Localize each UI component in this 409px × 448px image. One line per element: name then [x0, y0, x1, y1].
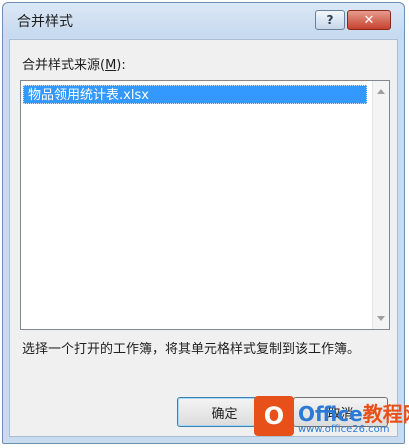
list-item[interactable]: 物品领用统计表.xlsx — [23, 85, 367, 104]
watermark-brand-accent: 教程网 — [362, 402, 409, 426]
scroll-down-arrow-icon[interactable] — [377, 316, 385, 321]
description-text: 选择一个打开的工作簿，将其单元格样式复制到该工作簿。 — [22, 342, 361, 357]
office-logo-icon: O — [254, 396, 294, 436]
vertical-scrollbar[interactable] — [372, 81, 389, 329]
label-accelerator: M — [105, 58, 117, 73]
source-list-label: 合并样式来源(M): — [22, 54, 126, 73]
watermark: O Office教程网 www.office26.com — [254, 396, 409, 444]
label-prefix: 合并样式来源( — [22, 58, 106, 73]
close-button[interactable]: ✕ — [347, 10, 391, 30]
help-button[interactable]: ? — [315, 10, 345, 30]
source-listbox[interactable]: 物品领用统计表.xlsx — [20, 80, 390, 330]
help-icon: ? — [326, 13, 334, 27]
dialog-body: 合并样式来源(M): 物品领用统计表.xlsx 选择一个打开的工作簿，将其单元格… — [9, 39, 398, 437]
watermark-brand: Office教程网 — [298, 398, 409, 427]
dialog-title: 合并样式 — [17, 14, 73, 30]
watermark-brand-main: Office — [298, 402, 363, 426]
merge-styles-dialog: 合并样式 ? ✕ 合并样式来源(M): 物品领用统计表.xlsx 选择一个打开的… — [2, 2, 405, 444]
scroll-up-arrow-icon[interactable] — [377, 89, 385, 94]
label-suffix: ): — [116, 58, 126, 73]
close-icon: ✕ — [363, 12, 375, 28]
watermark-url: www.office26.com — [298, 424, 390, 435]
title-bar[interactable]: 合并样式 ? ✕ — [3, 3, 404, 37]
